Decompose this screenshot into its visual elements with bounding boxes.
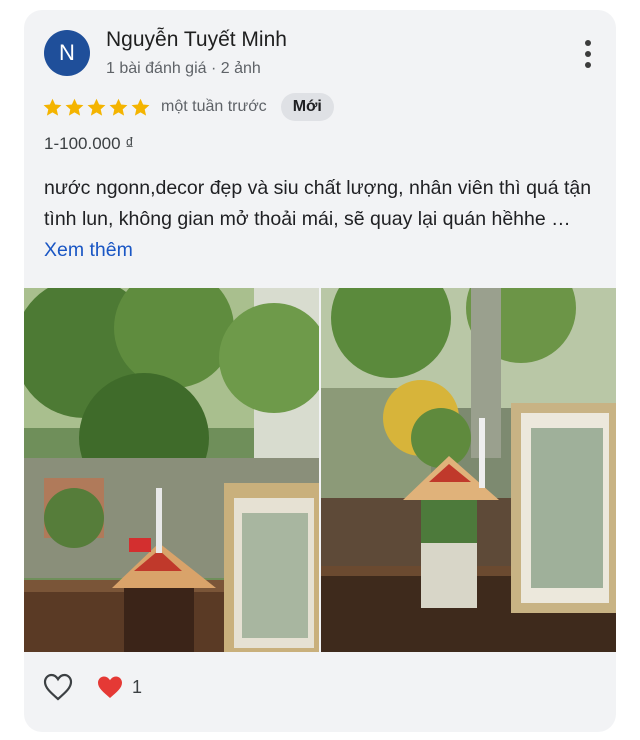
new-badge: Mới	[280, 93, 334, 121]
star-icon	[87, 98, 106, 116]
star-icon	[109, 98, 128, 116]
photo-strip	[24, 288, 616, 652]
reaction-count: 1	[132, 676, 143, 697]
author-meta: 1 bài đánh giá · 2 ảnh	[106, 60, 261, 77]
avatar[interactable]: N	[44, 30, 90, 76]
review-time: một tuần trước	[161, 98, 267, 115]
red-heart-icon[interactable]	[96, 674, 124, 700]
review-text: nước ngonn,decor đẹp và siu chất lượng, …	[44, 177, 592, 230]
review-card: N Nguyễn Tuyết Minh 1 bài đánh giá · 2 ả…	[24, 10, 616, 732]
review-actions: 1	[42, 672, 142, 702]
heart-outline-icon[interactable]	[42, 672, 74, 702]
star-icon	[131, 98, 150, 116]
review-text-block: nước ngonn,decor đẹp và siu chất lượng, …	[44, 173, 599, 266]
review-photo-2[interactable]	[321, 288, 616, 652]
review-photo-1[interactable]	[24, 288, 319, 652]
avatar-initial: N	[59, 40, 75, 65]
price-range: 1-100.000 ₫	[44, 134, 135, 153]
more-vert-icon[interactable]	[582, 40, 594, 68]
author-name[interactable]: Nguyễn Tuyết Minh	[106, 28, 287, 52]
star-icon	[43, 98, 62, 116]
rating-row: một tuần trước Mới	[42, 92, 334, 122]
star-rating	[42, 97, 151, 118]
star-icon	[65, 98, 84, 116]
read-more-link[interactable]: Xem thêm	[44, 239, 133, 261]
